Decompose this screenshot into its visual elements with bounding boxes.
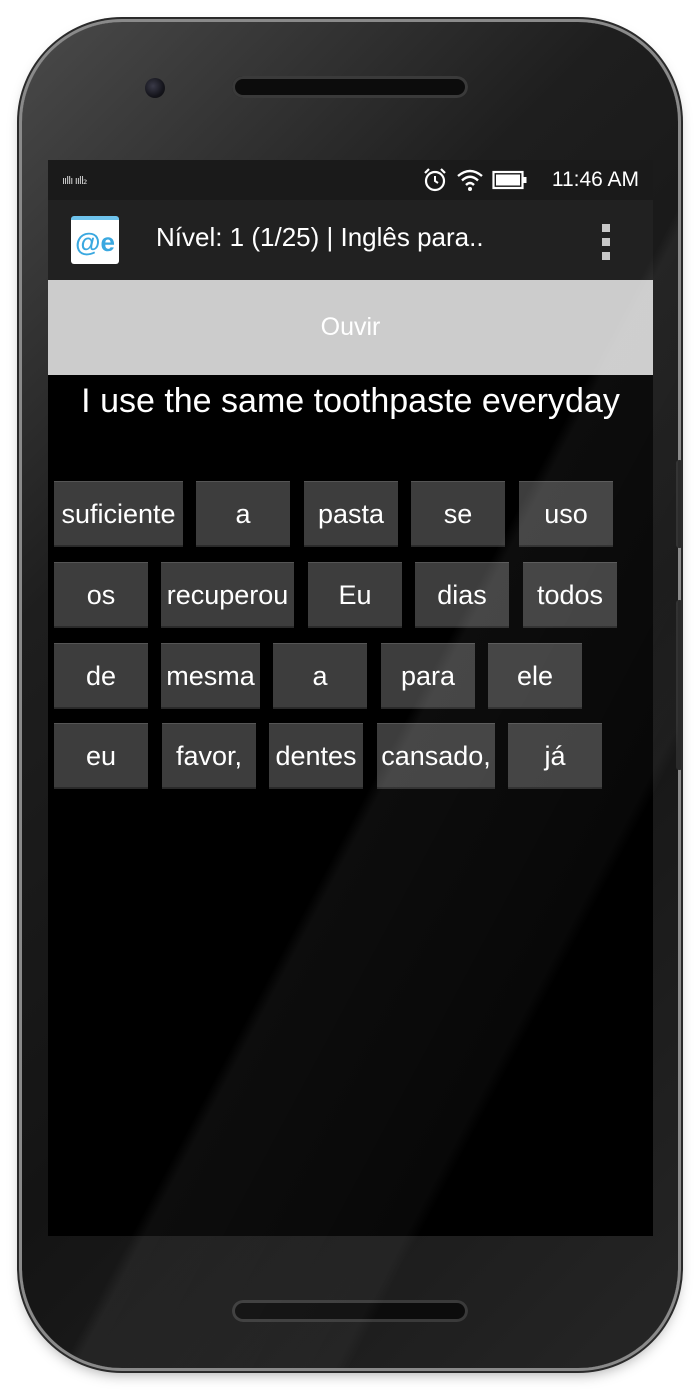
screen: ııllı ııll₂ 11:46 AM @e Nível: 1 (1/25) xyxy=(48,160,653,1236)
bottom-speaker xyxy=(232,1300,468,1322)
signal-strength-icon: ııllı ııll₂ xyxy=(62,174,87,187)
front-camera xyxy=(145,78,165,98)
word-button[interactable]: todos xyxy=(523,562,617,628)
wifi-icon xyxy=(457,169,483,191)
word-button[interactable]: se xyxy=(411,481,505,547)
word-button[interactable]: dias xyxy=(415,562,509,628)
word-button[interactable]: mesma xyxy=(161,643,260,709)
overflow-menu-icon[interactable] xyxy=(600,224,612,260)
word-button[interactable]: pasta xyxy=(304,481,398,547)
word-button[interactable]: cansado, xyxy=(377,723,495,789)
word-button[interactable]: Eu xyxy=(308,562,402,628)
alarm-icon xyxy=(424,168,446,192)
word-button[interactable]: uso xyxy=(519,481,613,547)
word-button[interactable]: a xyxy=(196,481,290,547)
word-button[interactable]: suficiente xyxy=(54,481,183,547)
word-button[interactable]: ele xyxy=(488,643,582,709)
word-button[interactable]: dentes xyxy=(269,723,363,789)
status-time: 11:46 AM xyxy=(551,168,639,191)
power-button xyxy=(676,600,683,770)
word-button[interactable]: os xyxy=(54,562,148,628)
word-button[interactable]: recuperou xyxy=(161,562,294,628)
listen-button[interactable]: Ouvir xyxy=(48,280,653,375)
app-logo-icon[interactable]: @e xyxy=(71,216,119,264)
status-icons xyxy=(422,166,528,194)
level-title: Nível: 1 (1/25) | Inglês para.. xyxy=(156,222,484,252)
word-button[interactable]: de xyxy=(54,643,148,709)
english-sentence: I use the same toothpaste everyday xyxy=(81,382,620,420)
action-bar: @e Nível: 1 (1/25) | Inglês para.. xyxy=(48,200,653,280)
word-button[interactable]: favor, xyxy=(162,723,256,789)
top-speaker xyxy=(232,76,468,98)
word-button[interactable]: a xyxy=(273,643,367,709)
word-button[interactable]: eu xyxy=(54,723,148,789)
battery-icon xyxy=(492,170,527,190)
word-button[interactable]: já xyxy=(508,723,602,789)
status-bar: ııllı ııll₂ 11:46 AM xyxy=(48,160,653,200)
volume-button xyxy=(676,460,683,548)
word-button[interactable]: para xyxy=(381,643,475,709)
